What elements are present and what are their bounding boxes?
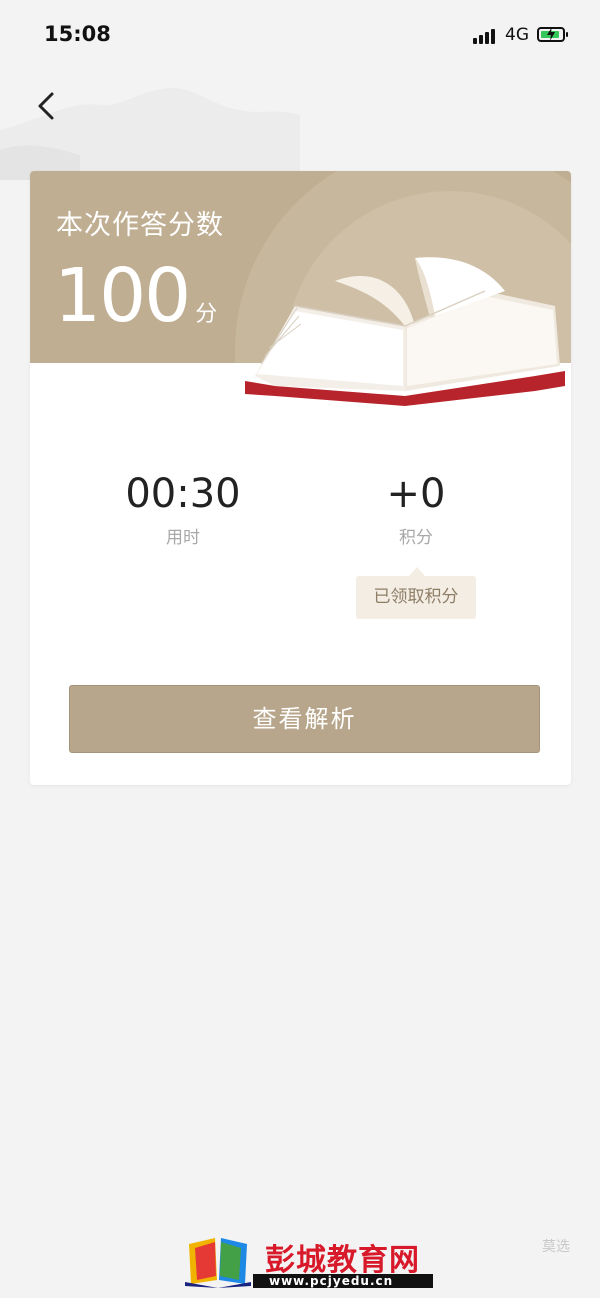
watermark-url: www.pcjyedu.cn <box>269 1274 394 1288</box>
battery-icon <box>537 27 568 42</box>
book-logo-icon <box>185 1238 251 1288</box>
open-book-icon <box>245 257 565 406</box>
status-time: 15:08 <box>44 22 111 46</box>
corner-watermark: 莫选 <box>480 1232 595 1292</box>
corner-brand: 莫选 <box>542 1239 570 1255</box>
network-type: 4G <box>505 25 529 45</box>
result-card: 本次作答分数 100 分 00:30 用时 +0 积分 已领取积分 查看解析 <box>30 171 571 785</box>
back-button[interactable] <box>30 86 66 126</box>
time-value: 00:30 <box>125 471 241 517</box>
points-claimed-tip: 已领取积分 <box>356 567 476 619</box>
time-stat: 00:30 用时 <box>63 471 303 548</box>
watermark-site-name: 彭城教育网 <box>265 1243 420 1278</box>
signal-icon <box>473 28 497 44</box>
mountain-decoration <box>0 87 300 180</box>
score-value: 100 <box>54 253 191 339</box>
site-watermark: 彭城教育网 www.pcjyedu.cn <box>185 1230 465 1290</box>
points-stat: +0 积分 <box>296 471 536 548</box>
banner-title: 本次作答分数 <box>56 210 224 241</box>
points-label: 积分 <box>399 528 433 548</box>
time-label: 用时 <box>166 528 200 548</box>
score-display: 100 分 <box>54 253 217 339</box>
chevron-left-icon <box>38 92 54 120</box>
score-unit: 分 <box>195 302 218 327</box>
points-value: +0 <box>386 471 446 517</box>
view-analysis-button[interactable]: 查看解析 <box>69 685 540 753</box>
